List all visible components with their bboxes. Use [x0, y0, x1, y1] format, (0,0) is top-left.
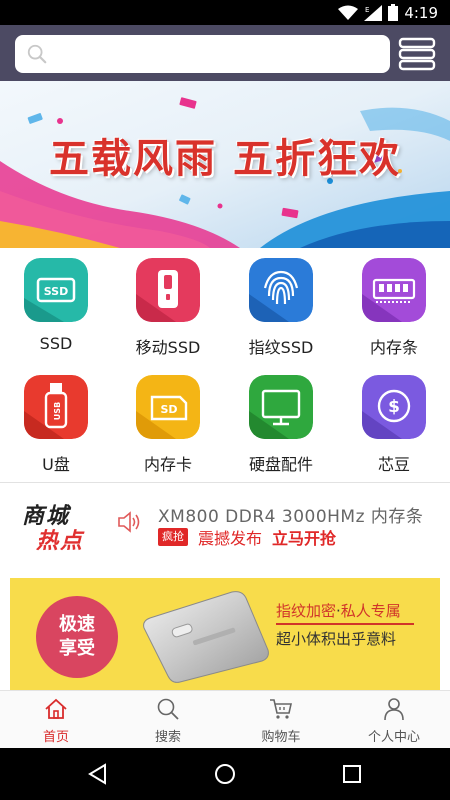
category-fingerprint-ssd[interactable]: 指纹SSD — [225, 250, 337, 365]
category-accessories[interactable]: 硬盘配件 — [225, 367, 337, 482]
app-header — [0, 25, 450, 81]
tab-home[interactable]: 首页 — [0, 691, 112, 749]
category-label: 内存条 — [369, 338, 418, 357]
tab-label: 搜索 — [154, 730, 181, 745]
status-bar: E 4:19 — [0, 0, 450, 25]
tab-profile[interactable]: 个人中心 — [338, 691, 450, 749]
fingerprint-icon — [249, 258, 313, 322]
speaker-icon — [118, 511, 140, 533]
category-coins[interactable]: $ 芯豆 — [338, 367, 450, 482]
status-time: 4:19 — [404, 3, 438, 22]
hot-subline[interactable]: 震撼发布 立马开抢 — [198, 525, 336, 549]
recents-icon[interactable] — [340, 762, 364, 786]
back-icon[interactable] — [86, 762, 110, 786]
system-nav-bar — [0, 748, 450, 800]
search-icon — [157, 698, 179, 720]
category-label: 硬盘配件 — [248, 455, 313, 474]
portable-ssd-icon — [136, 258, 200, 322]
product-image — [143, 591, 269, 683]
category-usb[interactable]: USB U盘 — [0, 367, 112, 482]
category-grid: SSD SSD 移动SSD 指纹SSD 内存条 USB U盘 SD 内存卡 硬盘… — [0, 250, 450, 480]
tab-label: 购物车 — [261, 730, 301, 745]
home-icon — [45, 698, 67, 719]
tab-search[interactable]: 搜索 — [112, 691, 224, 749]
person-icon — [384, 698, 404, 721]
monitor-icon — [249, 375, 313, 439]
battery-icon — [388, 4, 399, 21]
coin-icon: $ — [362, 375, 426, 439]
promo-divider — [276, 623, 414, 625]
tab-cart[interactable]: 购物车 — [225, 691, 337, 749]
banner-title: 五载风雨 五折狂欢 — [49, 136, 401, 182]
tab-label: 个人中心 — [367, 730, 420, 745]
hot-subline-bold: 立马开抢 — [272, 529, 337, 548]
search-input[interactable] — [55, 35, 380, 73]
ssd-icon: SSD — [24, 258, 88, 322]
hot-headline[interactable]: XM800 DDR4 3000HMz 内存条 — [158, 502, 423, 527]
sd-card-icon: SD — [136, 375, 200, 439]
tab-label: 首页 — [42, 730, 69, 745]
hot-news-bar[interactable]: 商城 热点 XM800 DDR4 3000HMz 内存条 疯抢 震撼发布 立马开抢 — [0, 484, 450, 562]
promo-banner[interactable]: 五载风雨 五折狂欢 — [0, 81, 450, 248]
category-portable-ssd[interactable]: 移动SSD — [112, 250, 224, 365]
usb-icon: USB — [24, 375, 88, 439]
category-label: 内存卡 — [143, 455, 192, 474]
menu-icon[interactable] — [398, 37, 436, 71]
section-divider — [0, 482, 450, 483]
memory-icon — [362, 258, 426, 322]
category-sd-card[interactable]: SD 内存卡 — [112, 367, 224, 482]
cart-icon — [270, 699, 292, 719]
promo-card[interactable]: 极速 享受 指纹加密·私人专属 超小体积出乎意料 — [10, 578, 440, 690]
coin-icon-text: $ — [388, 397, 400, 417]
category-label: 指纹SSD — [248, 338, 314, 357]
promo-circle-line2: 享受 — [59, 638, 95, 659]
sd-icon-text: SD — [160, 403, 177, 416]
promo-circle-line1: 极速 — [59, 614, 95, 635]
hot-tag-badge: 疯抢 — [158, 528, 188, 546]
hot-subline-text: 震撼发布 — [198, 529, 263, 548]
promo-title-part2: 私人专属 — [340, 602, 401, 620]
promo-title: 指纹加密·私人专属 — [276, 600, 401, 621]
category-label: 移动SSD — [135, 338, 201, 357]
signal-icon: E — [364, 4, 383, 21]
home-nav-icon[interactable] — [213, 762, 237, 786]
category-ssd[interactable]: SSD SSD — [0, 250, 112, 365]
promo-title-part1: 指纹加密 — [276, 602, 337, 620]
wifi-icon — [338, 5, 359, 20]
promo-subtitle: 超小体积出乎意料 — [276, 630, 397, 648]
hot-logo-line2: 热点 — [36, 529, 85, 554]
ssd-icon-text: SSD — [44, 285, 68, 298]
category-label: 芯豆 — [377, 455, 410, 474]
search-bar[interactable] — [15, 35, 390, 73]
category-memory[interactable]: 内存条 — [338, 250, 450, 365]
network-label: E — [365, 6, 369, 14]
usb-icon-text: USB — [53, 402, 62, 420]
search-icon — [27, 44, 47, 64]
promo-circle-badge: 极速 享受 — [36, 596, 118, 678]
bottom-tab-bar: 首页 搜索 购物车 个人中心 — [0, 690, 450, 748]
category-label: U盘 — [42, 455, 70, 474]
category-label: SSD — [39, 334, 73, 353]
